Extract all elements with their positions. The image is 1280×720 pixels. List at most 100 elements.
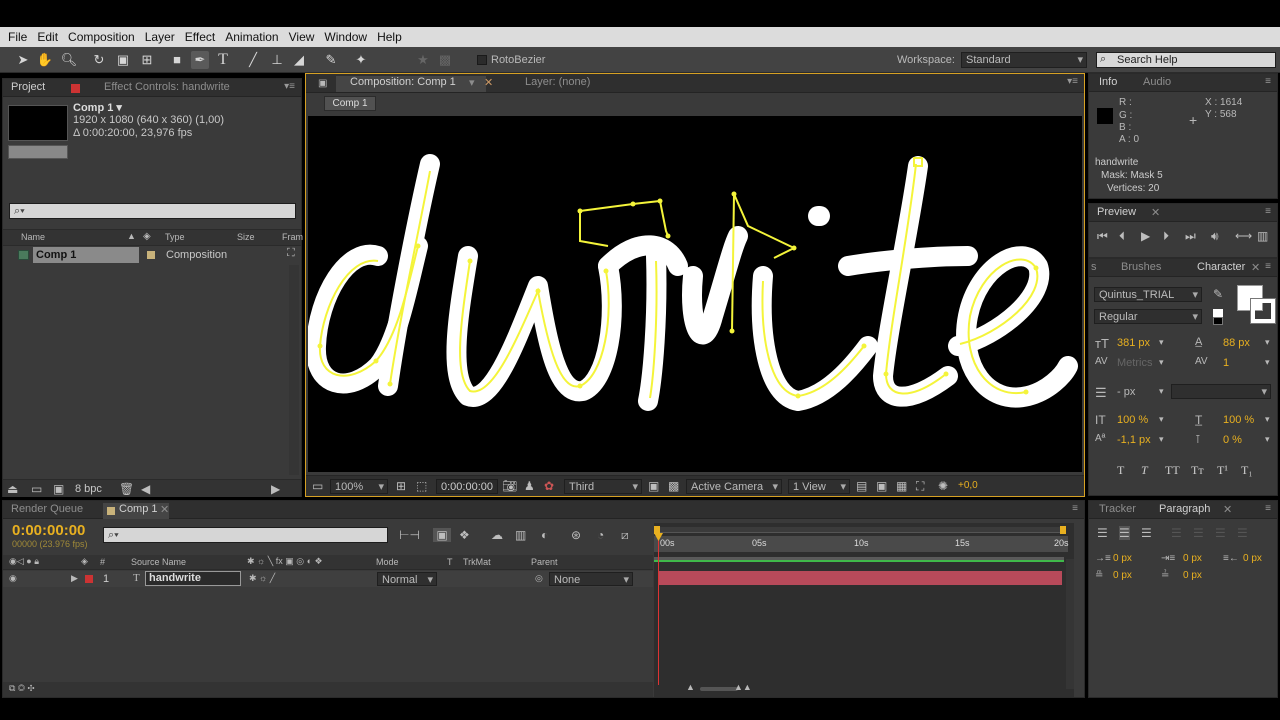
brush-tool-icon[interactable]: ╱ [244, 51, 262, 69]
viewer-panel-menu-icon[interactable]: ▾≡ [1067, 76, 1078, 87]
tab-audio[interactable]: Audio [1143, 76, 1171, 88]
indent-first-line-value[interactable]: 0 px [1183, 553, 1202, 564]
first-frame-icon[interactable]: ⏮ [1097, 229, 1108, 244]
font-size-value[interactable]: 381 px [1117, 337, 1150, 349]
comp-breadcrumb[interactable]: Comp 1 [324, 96, 376, 111]
stroke-width-value[interactable]: - px [1117, 386, 1135, 398]
project-item-row[interactable]: Comp 1 Composition ⛶ [3, 247, 295, 263]
faux-bold-icon[interactable]: T [1117, 463, 1124, 478]
zoom-slider[interactable]: ▲ ▲▲ [654, 682, 1064, 694]
close-tab-icon[interactable]: ✕ [484, 76, 493, 89]
fast-previews-icon[interactable]: ▣ [876, 479, 887, 493]
col-frame[interactable]: Fram [282, 232, 303, 242]
comp-mini-flowchart-icon[interactable]: ⊢⊣ [399, 528, 420, 542]
tab-project[interactable]: Project [11, 81, 45, 93]
font-family-dropdown[interactable]: Quintus_TRIAL [1094, 287, 1202, 302]
rectangle-tool-icon[interactable]: ■ [168, 51, 186, 69]
layer-switches-icons[interactable]: ✱ ☼ ╱ [249, 573, 275, 584]
channel-icon[interactable]: ✿ [544, 479, 554, 493]
tab-paragraph[interactable]: Paragraph [1159, 503, 1210, 515]
zoom-track[interactable] [700, 687, 738, 691]
align-right-icon[interactable]: ☰ [1141, 526, 1152, 540]
timeline-current-time[interactable]: 0:00:00:00 [12, 522, 85, 539]
tsume-value[interactable]: 0 % [1223, 434, 1242, 446]
timeline-vscroll[interactable] [1066, 559, 1074, 689]
ram-preview-icon[interactable]: ▥ [1257, 229, 1268, 243]
baseline-shift-dropdown-icon[interactable]: ▾ [1159, 434, 1164, 445]
stroke-color-swatch[interactable] [1250, 298, 1276, 324]
vertical-scale-value[interactable]: 100 % [1117, 414, 1148, 426]
col-t[interactable]: T [447, 557, 453, 567]
col-name[interactable]: Name [21, 232, 45, 242]
font-size-dropdown-icon[interactable]: ▾ [1159, 337, 1164, 348]
tab-brushes[interactable]: Brushes [1121, 261, 1161, 273]
pen-tool-icon[interactable]: ✒ [191, 51, 209, 69]
align-left-icon[interactable]: ☰ [1097, 526, 1108, 540]
all-caps-icon[interactable]: TT [1165, 463, 1180, 478]
stroke-width-dropdown-icon[interactable]: ▾ [1159, 386, 1164, 397]
bit-depth-label[interactable]: 8 bpc [75, 483, 102, 495]
close-preview-icon[interactable]: ✕ [1151, 206, 1160, 219]
timeline-search-input[interactable]: ⌕▾ [103, 527, 388, 543]
camera-tool-icon[interactable]: ▣ [114, 51, 132, 69]
layer-duration-bar[interactable] [658, 571, 1062, 585]
previous-frame-icon[interactable]: ⏴ [1119, 229, 1125, 244]
tab-info[interactable]: Info [1099, 76, 1117, 88]
loop-icon[interactable]: ⟷ [1235, 229, 1252, 243]
tab-composition[interactable]: Composition: Comp 1 [350, 76, 456, 88]
live-update-icon[interactable]: ▣ [433, 528, 451, 542]
font-style-dropdown[interactable]: Regular [1094, 309, 1202, 324]
view-layout-dropdown[interactable]: 1 View [788, 479, 850, 494]
roto-brush-tool-icon[interactable]: ✎ [322, 51, 340, 69]
tsume-dropdown-icon[interactable]: ▾ [1265, 434, 1270, 445]
indent-left-value[interactable]: 0 px [1113, 553, 1132, 564]
faux-italic-icon[interactable]: T [1141, 463, 1148, 478]
new-comp-icon[interactable]: ▣ [53, 482, 64, 496]
auto-keyframe-icon[interactable]: ◔ [597, 528, 604, 542]
tab-character[interactable]: Character [1197, 261, 1245, 273]
toggle-panes-icons[interactable]: ⧉ ◎ ✣ [9, 683, 35, 694]
menu-layer[interactable]: Layer [141, 30, 179, 44]
timeline-panel-menu-icon[interactable]: ≡ [1072, 503, 1078, 514]
panel-menu-icon[interactable]: ▾≡ [284, 81, 295, 92]
layer-mode-dropdown[interactable]: Normal [377, 572, 437, 587]
eyedropper-icon[interactable]: ✎ [1213, 287, 1223, 301]
pick-whip-icon[interactable]: ◎ [535, 573, 543, 584]
horizontal-scale-dropdown-icon[interactable]: ▾ [1265, 414, 1270, 425]
kerning-dropdown-icon[interactable]: ▾ [1159, 357, 1164, 368]
indent-right-value[interactable]: 0 px [1243, 553, 1262, 564]
next-frame-icon[interactable]: ⏵ [1163, 229, 1169, 244]
leading-value[interactable]: 88 px [1223, 337, 1250, 349]
tracking-dropdown-icon[interactable]: ▾ [1265, 357, 1270, 368]
timeline-graph-area[interactable]: 00s 05s 10s 15s 20s [654, 523, 1074, 697]
draft-3d-icon[interactable]: ❖ [459, 528, 470, 542]
eraser-tool-icon[interactable]: ◢ [290, 51, 308, 69]
graph-editor-icon[interactable]: ⧄ [621, 528, 629, 543]
tracking-value[interactable]: 1 [1223, 357, 1229, 369]
rotate-tool-icon[interactable]: ↻ [90, 51, 108, 69]
mask-visibility-icon[interactable]: ⬚ [416, 479, 427, 493]
work-area-start-handle[interactable] [654, 526, 660, 534]
character-panel-menu-icon[interactable]: ≡ [1265, 261, 1271, 272]
align-center-icon[interactable]: ☰ [1119, 526, 1130, 540]
menu-effect[interactable]: Effect [181, 30, 219, 44]
layer-row[interactable]: ◉ ▶ 1 T handwrite ✱ ☼ ╱ Normal ◎ None [3, 571, 653, 587]
col-trkmat[interactable]: TrkMat [463, 557, 491, 567]
safe-margins-icon[interactable]: ⊞ [396, 479, 406, 493]
zoom-in-icon[interactable]: ▲▲ [734, 682, 752, 692]
pan-behind-tool-icon[interactable]: ⊞ [138, 51, 156, 69]
menu-window[interactable]: Window [320, 30, 371, 44]
last-frame-icon[interactable]: ⏭ [1185, 229, 1196, 244]
exposure-reset-icon[interactable]: ✺ [938, 479, 948, 493]
type-tool-icon[interactable]: T [214, 51, 232, 69]
space-after-value[interactable]: 0 px [1183, 570, 1202, 581]
puppet-pin-tool-icon[interactable]: ✦ [352, 51, 370, 69]
preview-panel-menu-icon[interactable]: ≡ [1265, 206, 1271, 217]
always-preview-icon[interactable]: ▭ [312, 479, 323, 493]
tab-preview[interactable]: Preview [1097, 206, 1136, 218]
horizontal-scale-value[interactable]: 100 % [1223, 414, 1254, 426]
show-snapshot-icon[interactable]: ♟ [524, 479, 535, 493]
menu-view[interactable]: View [285, 30, 319, 44]
info-panel-menu-icon[interactable]: ≡ [1265, 76, 1271, 87]
tab-dropdown-icon[interactable]: ▾ [469, 76, 475, 89]
